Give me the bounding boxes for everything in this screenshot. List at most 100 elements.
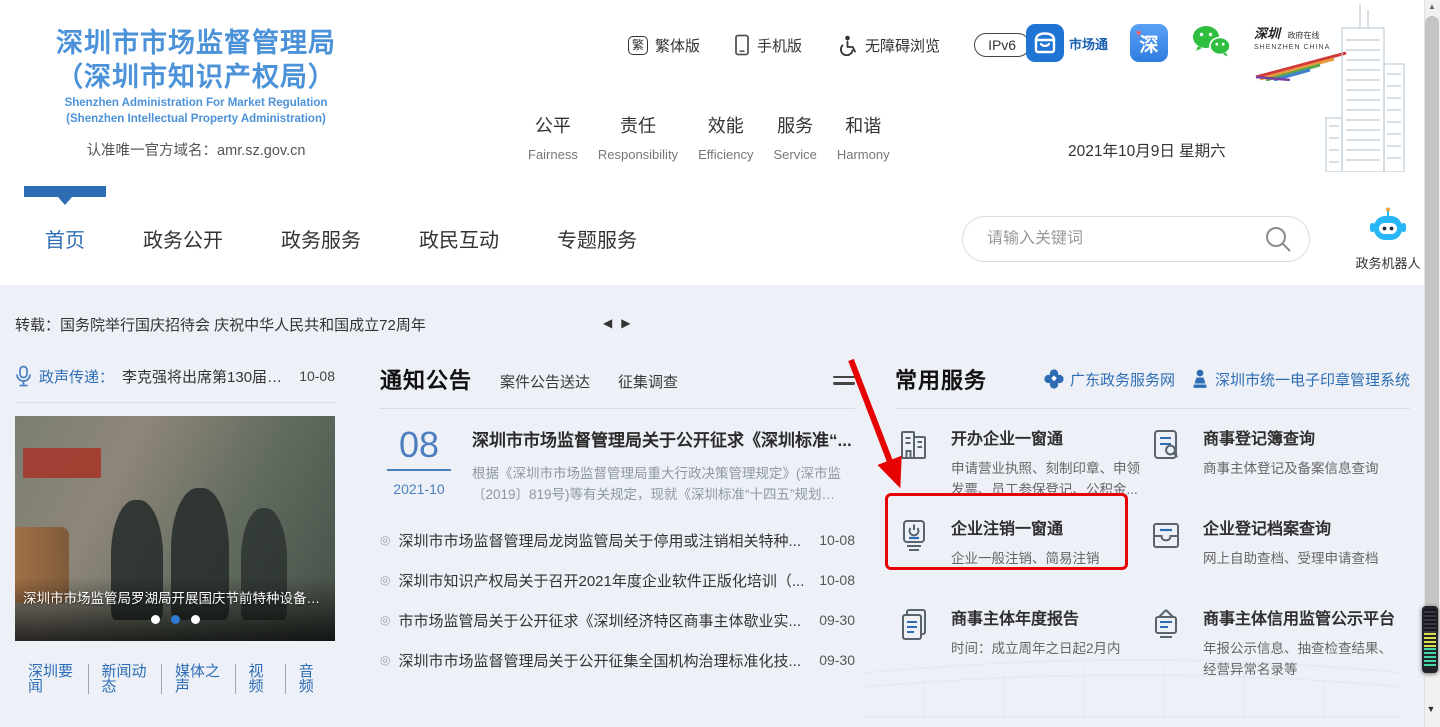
nav-item-gov-services[interactable]: 政务服务	[281, 224, 361, 253]
scrollbar-thumb[interactable]	[1425, 16, 1439, 640]
ticker-prev-icon[interactable]: ◀	[603, 316, 612, 330]
seal-icon	[1193, 369, 1207, 388]
voice-news-title[interactable]: 李克强将出席第130届中国...	[122, 366, 289, 387]
service-title: 开办企业一窗通	[951, 431, 1064, 448]
gov-robot-label: 政务机器人	[1355, 256, 1421, 271]
notice-board-icon	[1155, 609, 1177, 638]
news-category-links: 深圳要闻 新闻动态 媒体之声 视频 音频	[15, 664, 335, 694]
market-app-link[interactable]: 市场通	[1026, 24, 1108, 62]
left-column: 政声传递： 李克强将出席第130届中国... 10-08 深圳市市场监管局罗湖局…	[15, 363, 335, 694]
flower-icon	[1044, 369, 1064, 389]
link-video[interactable]: 视频	[236, 664, 286, 694]
carousel-dot-1[interactable]	[150, 615, 160, 624]
carousel-dot-2[interactable]	[170, 615, 180, 624]
notice-date: 10-08	[819, 572, 855, 588]
carousel-dot-3[interactable]	[190, 615, 200, 624]
link-shenzhen-news[interactable]: 深圳要闻	[15, 664, 89, 694]
news-ticker[interactable]: 转载： 国务院举行国庆招待会 庆祝中华人民共和国成立72周年	[15, 314, 426, 335]
notice-date: 10-08	[819, 532, 855, 548]
notice-row[interactable]: ◎ 深圳市市场监督管理局关于公开征集全国机构治理标准化技... 09-30	[380, 640, 855, 680]
value-cn: 效能	[707, 116, 744, 136]
notice-list: ◎ 深圳市市场监督管理局龙岗监管局关于停用或注销相关特种... 10-08 ◎ …	[380, 520, 855, 680]
volume-yellow-stripes	[1424, 633, 1436, 648]
value-en: Fairness	[528, 147, 578, 162]
notice-row[interactable]: ◎ 深圳市市场监督管理局龙岗监管局关于停用或注销相关特种... 10-08	[380, 520, 855, 560]
scrollbar-down-icon[interactable]: ▼	[1423, 704, 1439, 714]
service-title: 企业登记档案查询	[1203, 521, 1332, 538]
featured-notice-title[interactable]: 深圳市市场监督管理局关于公开征求《深圳标准“...	[472, 426, 855, 451]
value-cn: 服务	[777, 116, 814, 136]
service-archive-search[interactable]: 企业登记档案查询 网上自助查档、受理申请查档	[1147, 515, 1410, 599]
service-desc: 年报公示信息、抽查检查结果、经营异常名录等	[1203, 641, 1392, 677]
search-icon[interactable]	[1263, 224, 1293, 254]
link-audio[interactable]: 音频	[286, 664, 335, 694]
voice-section-label[interactable]: 政声传递：	[39, 366, 114, 387]
photo-banner-shape	[23, 448, 101, 478]
accessibility-link[interactable]: 无障碍浏览	[836, 34, 940, 56]
photo-carousel[interactable]: 深圳市市场监管局罗湖局开展国庆节前特种设备安全...	[15, 416, 335, 641]
notices-title: 通知公告	[380, 368, 473, 393]
service-desc: 时间：成立周年之日起2月内	[951, 641, 1121, 656]
accessibility-label: 无障碍浏览	[865, 37, 941, 55]
volume-teal-stripes	[1424, 648, 1436, 667]
eseal-system-link[interactable]: 深圳市统一电子印章管理系统	[1191, 369, 1410, 390]
service-desc: 申请营业执照、刻制印章、申领发票、员工参保登记、公积金...	[951, 461, 1140, 497]
notice-title[interactable]: 深圳市市场监督管理局关于公开征集全国机构治理标准化技...	[398, 650, 805, 671]
wechat-icon[interactable]	[1190, 24, 1232, 62]
tab-surveys[interactable]: 征集调查	[618, 371, 678, 392]
nav-item-interaction[interactable]: 政民互动	[419, 224, 499, 253]
notice-title[interactable]: 市市场监管局关于公开征求《深圳经济特区商事主体歇业实...	[398, 610, 805, 631]
nav-item-gov-info[interactable]: 政务公开	[143, 224, 223, 253]
microphone-icon	[16, 365, 31, 386]
service-desc: 网上自助查档、受理申请查档	[1203, 551, 1379, 566]
utility-links: 繁 繁体版 手机版 无障碍浏览 IPv6	[628, 33, 1031, 57]
tab-case-announcements[interactable]: 案件公告送达	[500, 371, 590, 392]
service-open-business[interactable]: 开办企业一窗通 申请营业执照、刻制印章、申领发票、员工参保登记、公积金...	[895, 425, 1147, 509]
link-media-voice[interactable]: 媒体之声	[162, 664, 236, 694]
mobile-version-link[interactable]: 手机版	[734, 34, 802, 56]
service-desc: 企业一般注销、简易注销	[951, 551, 1100, 566]
service-registry-search[interactable]: 商事登记簿查询 商事主体登记及备案信息查询	[1147, 425, 1410, 509]
ishenzhen-app-icon[interactable]: ♥ 深	[1130, 24, 1169, 62]
notice-row[interactable]: ◎ 市市场监管局关于公开征求《深圳经济特区商事主体歇业实... 09-30	[380, 600, 855, 640]
ticker-text: 国务院举行国庆招待会 庆祝中华人民共和国成立72周年	[60, 317, 426, 334]
bullet-icon: ◎	[380, 573, 391, 587]
guangdong-portal-link[interactable]: 广东政务服务网	[1044, 369, 1175, 390]
carousel-caption[interactable]: 深圳市市场监管局罗湖局开展国庆节前特种设备安全...	[15, 587, 335, 607]
eseal-system-label: 深圳市统一电子印章管理系统	[1214, 371, 1410, 389]
featured-notice[interactable]: 08 2021-10 深圳市市场监督管理局关于公开征求《深圳标准“... 根据《…	[380, 426, 855, 505]
current-date: 2021年10月9日 星期六	[1068, 143, 1226, 160]
ticker-next-icon[interactable]: ▶	[621, 316, 630, 330]
document-search-icon	[1154, 430, 1179, 459]
link-news-updates[interactable]: 新闻动态	[89, 664, 162, 694]
service-deregistration[interactable]: 企业注销一窗通 企业一般注销、简易注销	[895, 515, 1147, 599]
scrollbar-up-icon[interactable]: ▲	[1424, 2, 1440, 11]
nav-item-special[interactable]: 专题服务	[557, 224, 637, 253]
ishenzhen-app-char: 深	[1139, 34, 1159, 56]
notice-title[interactable]: 深圳市知识产权局关于召开2021年度企业软件正版化培训（...	[398, 570, 805, 591]
ipv6-badge[interactable]: IPv6	[974, 33, 1031, 57]
carousel-dots	[15, 615, 335, 624]
value-en: Harmony	[836, 147, 890, 162]
services-external-links: 广东政务服务网 深圳市统一电子印章管理系统	[1044, 369, 1410, 390]
volume-dark-stripes	[1424, 609, 1436, 633]
traditional-chinese-link[interactable]: 繁 繁体版	[628, 35, 700, 56]
service-annual-report[interactable]: 商事主体年度报告 时间：成立周年之日起2月内	[895, 605, 1147, 689]
ticker-controls: ◀ ▶	[603, 316, 630, 330]
site-logo[interactable]: 深圳市市场监督管理局 （深圳市知识产权局） Shenzhen Administr…	[28, 26, 364, 160]
services-grid: 开办企业一窗通 申请营业执照、刻制印章、申领发票、员工参保登记、公积金... 商…	[895, 425, 1410, 689]
power-off-icon	[903, 520, 925, 551]
notice-row[interactable]: ◎ 深圳市知识产权局关于召开2021年度企业软件正版化培训（... 10-08	[380, 560, 855, 600]
nav-item-home[interactable]: 首页	[45, 224, 85, 253]
gov-robot-button[interactable]: 政务机器人	[1350, 207, 1426, 272]
notice-title[interactable]: 深圳市市场监督管理局龙岗监管局关于停用或注销相关特种...	[398, 530, 805, 551]
divider	[895, 408, 1410, 409]
divider	[15, 402, 335, 403]
search-input[interactable]	[987, 230, 1263, 248]
active-tab-indicator	[24, 186, 106, 205]
value-en: Responsibility	[597, 147, 679, 162]
service-credit-platform[interactable]: 商事主体信用监管公示平台 年报公示信息、抽查检查结果、经营异常名录等	[1147, 605, 1410, 689]
market-app-icon	[1026, 24, 1064, 62]
bullet-icon: ◎	[380, 533, 391, 547]
menu-icon[interactable]	[833, 370, 855, 389]
